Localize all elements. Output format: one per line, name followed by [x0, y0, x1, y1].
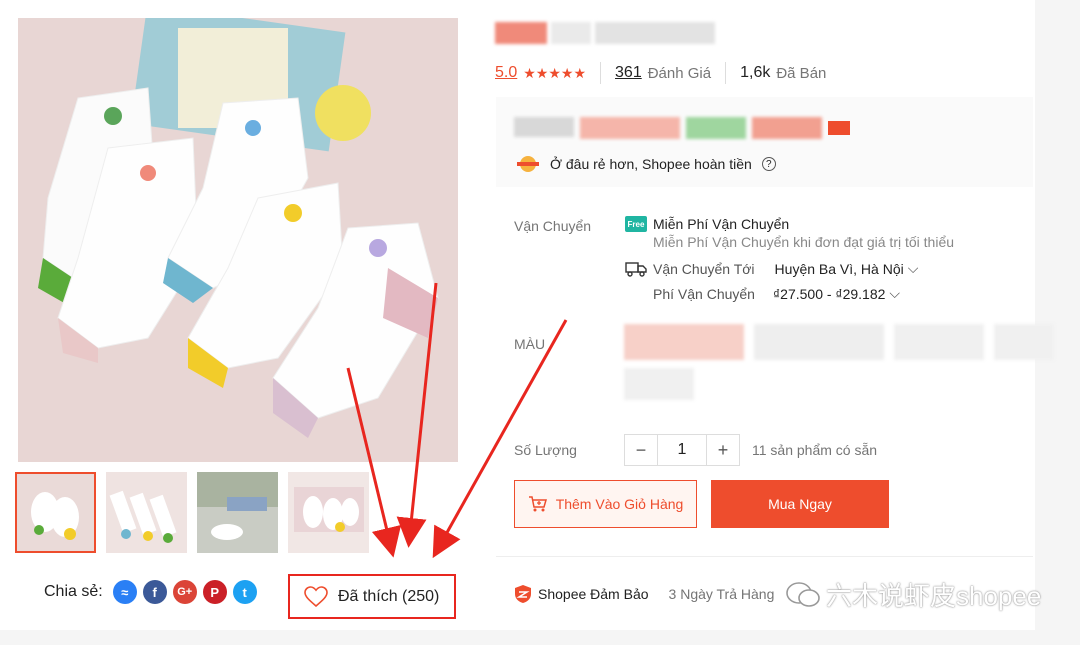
- heart-icon: [304, 585, 328, 607]
- color-options-blurred[interactable]: [624, 324, 1054, 360]
- divider: [496, 556, 1033, 557]
- share-bar: Chia sẻ: ≈ f G+ P t: [44, 580, 257, 604]
- price-box: Ở đâu rẻ hơn, Shopee hoàn tiền ?: [496, 97, 1033, 187]
- ratings-bar: 5.0 ★★★★★ 361 Đánh Giá 1,6k Đã Bán: [495, 62, 840, 84]
- favorite-label: Đã thích (250): [338, 587, 440, 605]
- wechat-icon: [786, 581, 820, 607]
- help-icon[interactable]: ?: [761, 157, 776, 171]
- guarantee-label[interactable]: Shopee Đảm Bảo: [538, 586, 649, 602]
- share-label: Chia sẻ:: [44, 583, 103, 600]
- cashback-badge-icon: [517, 156, 539, 172]
- ship-to-label: Vận Chuyển Tới: [653, 260, 755, 277]
- chevron-down-icon[interactable]: ⌵: [889, 285, 900, 302]
- quantity-input[interactable]: 1: [657, 435, 707, 465]
- decrement-button[interactable]: −: [625, 435, 657, 465]
- cashback-text: Ở đâu rẻ hơn, Shopee hoàn tiền: [550, 156, 752, 172]
- messenger-icon[interactable]: ≈: [112, 580, 137, 604]
- review-label: Đánh Giá: [647, 64, 712, 82]
- buy-now-button[interactable]: Mua Ngay: [711, 480, 889, 528]
- thumbnail-1[interactable]: [15, 472, 96, 553]
- thumbnail-3[interactable]: [197, 472, 278, 553]
- chevron-down-icon[interactable]: ⌵: [908, 260, 919, 277]
- rating-score[interactable]: 5.0: [495, 64, 517, 82]
- watermark-text: 六木说虾皮shopee: [826, 581, 1042, 611]
- quantity-stepper: − 1 +: [624, 434, 740, 466]
- ship-to-value[interactable]: Huyện Ba Vì, Hà Nội: [775, 261, 904, 277]
- sold-label: Đã Bán: [776, 64, 827, 82]
- sold-count: 1,6k: [740, 64, 771, 81]
- free-shipping-icon: Free: [625, 216, 647, 232]
- shipping-block: Free Miễn Phí Vận Chuyển Miễn Phí Vận Ch…: [625, 216, 954, 302]
- color-label: MÀU: [514, 336, 546, 352]
- twitter-icon[interactable]: t: [232, 580, 257, 604]
- thumbnail-2[interactable]: [106, 472, 187, 553]
- pinterest-icon[interactable]: P: [202, 580, 227, 604]
- cart-icon: [528, 496, 547, 512]
- favorite-button[interactable]: Đã thích (250): [288, 574, 456, 619]
- stock-text: 11 sản phẩm có sẵn: [752, 442, 878, 458]
- thumbnail-strip: [15, 472, 369, 553]
- main-product-image[interactable]: [18, 18, 458, 462]
- facebook-icon[interactable]: f: [142, 580, 167, 604]
- guarantee-row: Shopee Đảm Bảo 3 Ngày Trả Hàng: [514, 584, 774, 604]
- divider: [725, 62, 727, 84]
- add-to-cart-button[interactable]: Thêm Vào Giỏ Hàng: [514, 480, 697, 528]
- quantity-label: Số Lượng: [514, 442, 577, 458]
- truck-icon: [625, 261, 647, 277]
- shield-icon: [515, 585, 531, 603]
- google-plus-icon[interactable]: G+: [172, 580, 197, 604]
- shipping-label: Vận Chuyển: [514, 218, 592, 234]
- color-option-blurred[interactable]: [624, 368, 694, 400]
- ship-fee-value[interactable]: ₫27.500 - ₫29.182: [773, 286, 885, 302]
- free-shipping-title: Miễn Phí Vận Chuyển: [653, 216, 790, 232]
- ship-fee-label: Phí Vận Chuyển: [653, 285, 755, 302]
- price-blurred: [514, 117, 850, 139]
- rating-stars: ★★★★★: [523, 64, 587, 81]
- cashback-row: Ở đâu rẻ hơn, Shopee hoàn tiền ?: [516, 155, 776, 173]
- free-shipping-sub: Miễn Phí Vận Chuyển khi đơn đạt giá trị …: [653, 234, 955, 250]
- return-policy-text: 3 Ngày Trả Hàng: [668, 586, 775, 602]
- product-title-blurred: [495, 22, 715, 44]
- product-card: Chia sẻ: ≈ f G+ P t Đã thích (250) 5.0 ★…: [0, 0, 1054, 630]
- watermark: 六木说虾皮shopee: [786, 576, 1041, 613]
- review-count[interactable]: 361: [615, 64, 642, 82]
- add-to-cart-label: Thêm Vào Giỏ Hàng: [555, 496, 684, 512]
- increment-button[interactable]: +: [707, 435, 739, 465]
- thumbnail-4[interactable]: [288, 472, 369, 553]
- divider: [600, 62, 602, 84]
